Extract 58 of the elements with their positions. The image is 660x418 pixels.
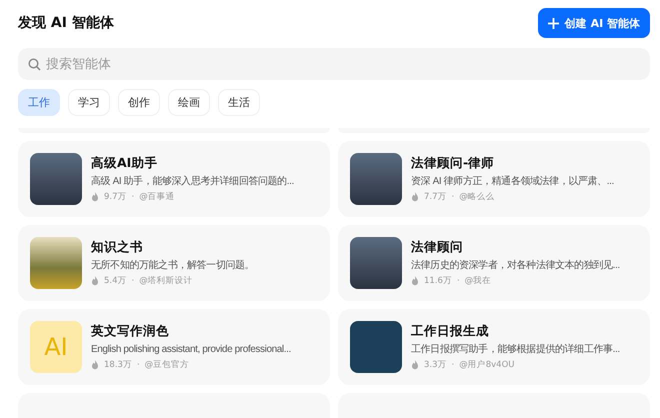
- plus-icon: [548, 18, 559, 28]
- use-count: 18.3万: [104, 359, 132, 371]
- author-name: @塔利斯设计: [139, 275, 193, 287]
- agent-card[interactable]: 高级AI助手 高级 AI 助手，能够深入思考并详细回答问题的... 9.7万 · @百事通: [18, 141, 330, 217]
- author-name: @百事通: [139, 191, 175, 203]
- flame-icon: [91, 360, 99, 370]
- flame-icon: [91, 192, 99, 202]
- agent-description: 工作日报撰写助手，能够根据提供的详细工作事...: [411, 343, 620, 356]
- flame-icon: [411, 192, 419, 202]
- avatar-image: [350, 153, 402, 205]
- author-name: @豆包官方: [144, 359, 190, 371]
- agent-description: 法律历史的资深学者，对各种法律文本的独到见...: [411, 259, 620, 272]
- author-name: @略么么: [459, 191, 495, 203]
- use-count: 5.4万: [104, 275, 127, 287]
- agent-description: English polishing assistant, provide professional...: [91, 343, 291, 356]
- separator-dot: ·: [456, 276, 460, 286]
- author-name: @我在: [464, 275, 492, 287]
- flame-icon: [411, 360, 419, 370]
- agent-title: 高级AI助手: [91, 155, 158, 172]
- separator-dot: ·: [136, 360, 140, 370]
- avatar-image: [30, 153, 82, 205]
- category-tab[interactable]: 创作: [118, 89, 160, 116]
- separator-dot: ·: [452, 192, 454, 202]
- category-tab[interactable]: 生活: [218, 89, 260, 116]
- agent-card[interactable]: 法律顾问 法律历史的资深学者，对各种法律文本的独到见... 11.6万 · @我在: [338, 225, 650, 301]
- separator-dot: ·: [132, 276, 134, 286]
- flame-icon: [411, 276, 419, 286]
- use-count: 7.7万: [424, 191, 447, 203]
- agent-description: 资深 AI 律师方正，精通各领域法律，以严肃、...: [411, 175, 614, 188]
- flame-icon: [91, 276, 99, 286]
- logo-avatar: AI: [30, 321, 82, 373]
- page-title: 发现 AI 智能体: [18, 14, 114, 32]
- agent-description: 高级 AI 助手，能够深入思考并详细回答问题的...: [91, 175, 294, 188]
- agent-card[interactable]: AI 英文写作润色 English polishing assistant, provide professional... 18.3万 · @豆包官方: [18, 309, 330, 385]
- avatar-image: [350, 321, 402, 373]
- agent-card[interactable]: 法律顾问-律师 资深 AI 律师方正，精通各领域法律，以严肃、... 7.7万 · @略么么: [338, 141, 650, 217]
- agent-card[interactable]: 知识之书 无所不知的万能之书，解答一切问题。 5.4万 · @塔利斯设计: [18, 225, 330, 301]
- agent-title: 法律顾问: [411, 239, 464, 256]
- avatar-image: [30, 237, 82, 289]
- search-field[interactable]: 搜索智能体: [18, 48, 650, 80]
- agent-title: 英文写作润色: [91, 323, 170, 340]
- agent-card[interactable]: 工作日报生成 工作日报撰写助手，能够根据提供的详细工作事... 3.3万 · @用户8v4OU: [338, 309, 650, 385]
- agent-title: 工作日报生成: [411, 323, 490, 340]
- separator-dot: ·: [132, 192, 134, 202]
- agent-description: 无所不知的万能之书，解答一切问题。: [91, 259, 254, 272]
- agent-title: 法律顾问-律师: [411, 155, 496, 172]
- avatar-image: [350, 237, 402, 289]
- author-name: @用户8v4OU: [459, 359, 514, 371]
- category-tab[interactable]: 学习: [68, 89, 110, 116]
- separator-dot: ·: [452, 360, 454, 370]
- use-count: 11.6万: [424, 275, 452, 287]
- category-tab[interactable]: 绘画: [168, 89, 210, 116]
- search-icon: [28, 58, 41, 71]
- agent-title: 知识之书: [91, 239, 144, 256]
- create-agent-button[interactable]: 创建 AI 智能体: [538, 8, 650, 38]
- category-tab[interactable]: 工作: [18, 89, 60, 116]
- use-count: 9.7万: [104, 191, 127, 203]
- use-count: 3.3万: [424, 359, 447, 371]
